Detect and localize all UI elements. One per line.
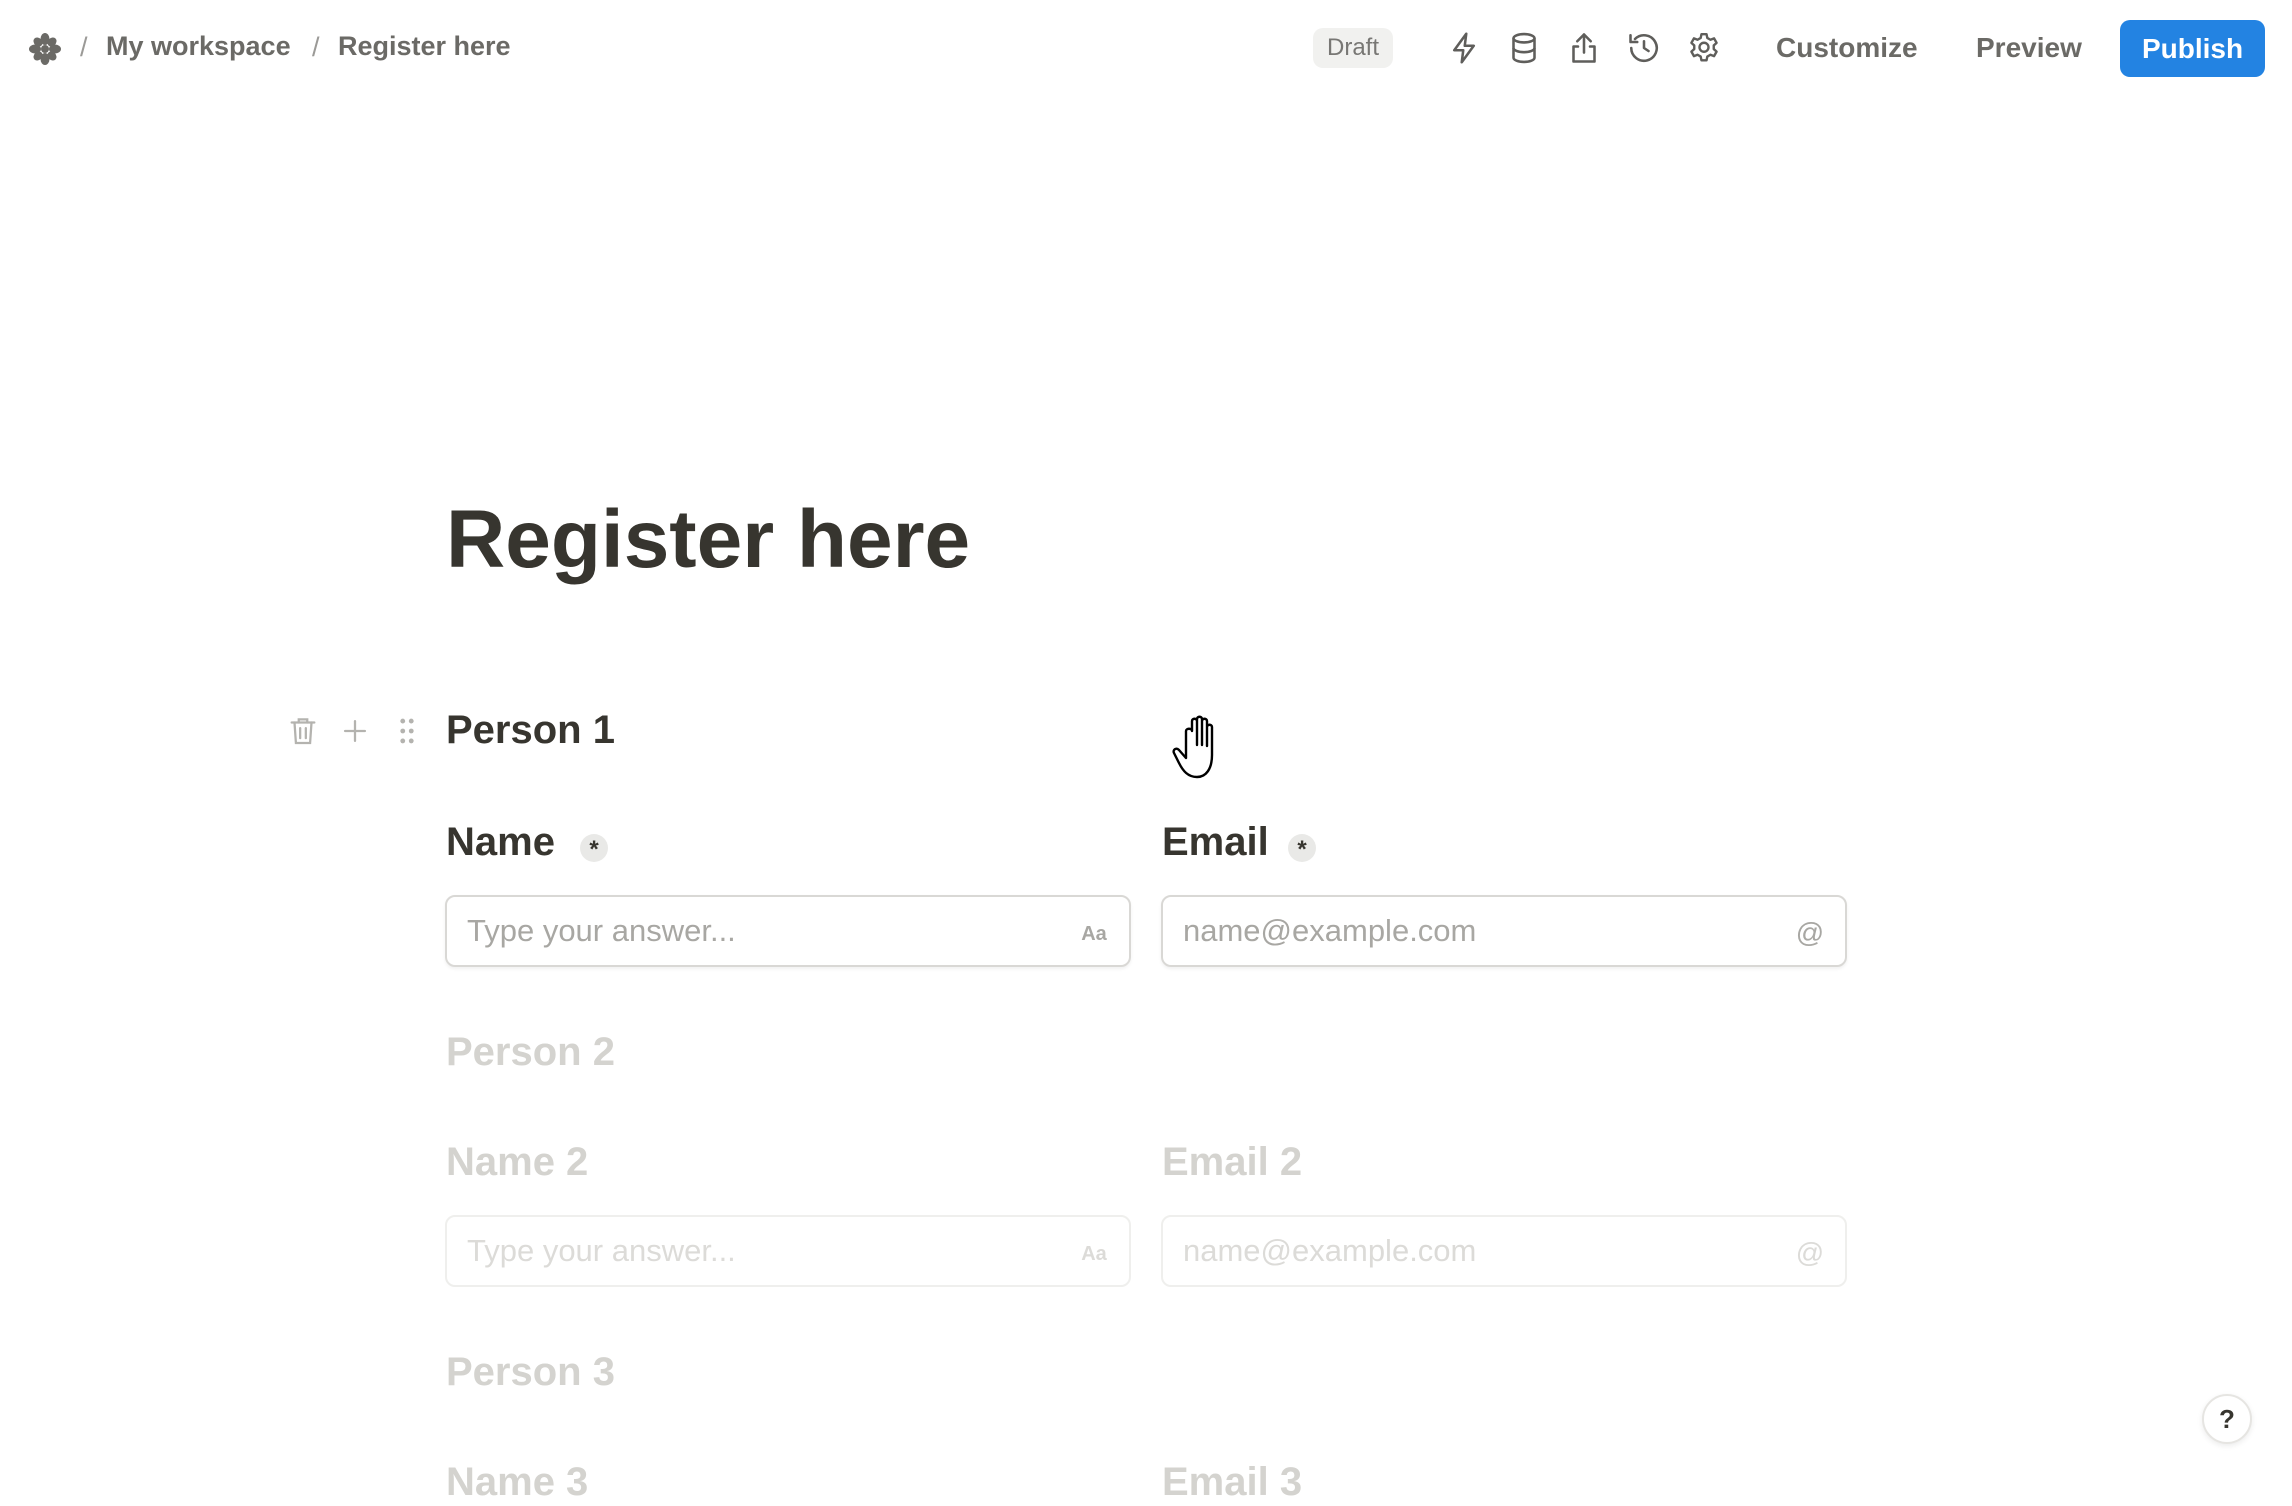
required-indicator: * (1288, 834, 1316, 863)
breadcrumb-separator: / (312, 32, 320, 62)
svg-text:@: @ (1796, 1237, 1824, 1268)
svg-text:@: @ (1796, 917, 1824, 948)
email-input-box: @ (1161, 895, 1847, 967)
name-input[interactable] (447, 897, 1047, 965)
email-type-icon: @ (1796, 917, 1824, 948)
required-indicator: * (580, 834, 608, 863)
email-label[interactable]: Email (1162, 818, 1269, 866)
workspace-logo-icon[interactable] (28, 32, 62, 66)
email-3-label[interactable]: Email 3 (1162, 1458, 1302, 1506)
email-2-input-box: @ (1161, 1215, 1847, 1287)
text-type-icon: Aa (1081, 923, 1107, 945)
breadcrumb-separator: / (80, 32, 88, 62)
section-heading-person-3[interactable]: Person 3 (446, 1348, 615, 1396)
help-button[interactable]: ? (2202, 1394, 2252, 1444)
name-input-box: Aa (445, 895, 1131, 967)
name-3-label[interactable]: Name 3 (446, 1458, 588, 1506)
name-label[interactable]: Name (446, 818, 555, 866)
delete-block-icon[interactable] (286, 714, 320, 748)
breadcrumb-page[interactable]: Register here (338, 31, 511, 62)
section-heading-person-2[interactable]: Person 2 (446, 1028, 615, 1076)
svg-text:Aa: Aa (1081, 923, 1107, 945)
share-icon[interactable] (1566, 30, 1602, 66)
status-badge: Draft (1313, 28, 1394, 68)
settings-gear-icon[interactable] (1686, 30, 1722, 66)
email-2-label[interactable]: Email 2 (1162, 1138, 1302, 1186)
name-2-input[interactable] (447, 1217, 1047, 1285)
publish-button[interactable]: Publish (2120, 20, 2265, 77)
text-type-icon: Aa (1081, 1243, 1107, 1265)
database-icon[interactable] (1506, 30, 1542, 66)
automation-bolt-icon[interactable] (1446, 30, 1482, 66)
history-icon[interactable] (1626, 30, 1662, 66)
form-title[interactable]: Register here (446, 492, 970, 588)
drag-handle-icon[interactable] (390, 714, 424, 748)
top-bar: / My workspace / Register here Draft Cus… (0, 0, 2292, 98)
email-input[interactable] (1163, 897, 1763, 965)
breadcrumb-workspace[interactable]: My workspace (106, 31, 291, 62)
email-type-icon: @ (1796, 1237, 1824, 1268)
hand-cursor-icon (1172, 715, 1230, 781)
email-2-input[interactable] (1163, 1217, 1763, 1285)
section-heading-person-1[interactable]: Person 1 (446, 706, 615, 754)
preview-button[interactable]: Preview (1976, 32, 2082, 64)
name-2-label[interactable]: Name 2 (446, 1138, 588, 1186)
add-block-icon[interactable] (338, 714, 372, 748)
customize-button[interactable]: Customize (1776, 32, 1918, 64)
name-2-input-box: Aa (445, 1215, 1131, 1287)
svg-text:Aa: Aa (1081, 1243, 1107, 1265)
